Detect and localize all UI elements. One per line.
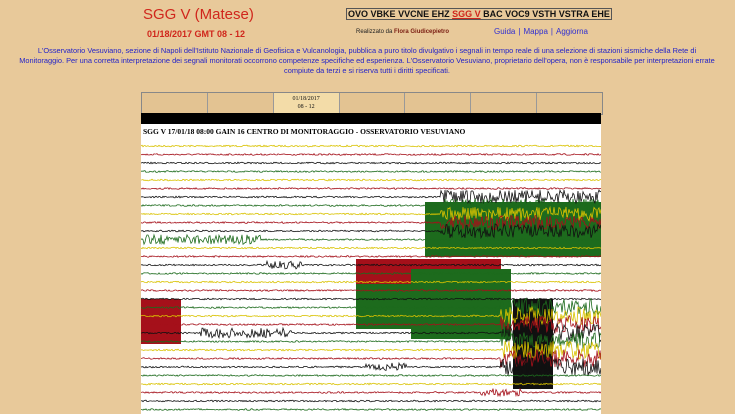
seismic-trace	[141, 170, 601, 173]
station-link-vbke[interactable]: VBKE	[371, 9, 396, 19]
link-separator: |	[518, 27, 521, 36]
nav-links: Guida | Mappa | Aggiorna	[494, 27, 588, 36]
station-link-vvcne[interactable]: VVCNE	[398, 9, 429, 19]
seismogram-traces	[141, 144, 601, 411]
time-slot[interactable]	[338, 93, 405, 114]
station-link-vsth[interactable]: VSTH	[532, 9, 556, 19]
seismic-trace	[141, 152, 601, 156]
saturated-signal-block	[411, 269, 511, 339]
seismic-trace	[141, 178, 601, 182]
seismogram-panel: SGG V 17/01/18 08:00 GAIN 16 CENTRO DI M…	[141, 124, 601, 414]
seismic-trace	[141, 387, 601, 398]
seismic-trace	[141, 399, 601, 403]
time-slot[interactable]	[142, 93, 207, 114]
time-slot[interactable]	[206, 93, 273, 114]
guide-link[interactable]: Guida	[494, 27, 515, 36]
station-link-ehz[interactable]: EHZ	[432, 9, 450, 19]
seismogram-top-bar	[141, 113, 601, 124]
time-selector-bar: 01/18/2017 08 - 12	[141, 92, 603, 115]
station-title: SGG V (Matese)	[143, 6, 254, 23]
update-link[interactable]: Aggiorna	[556, 27, 588, 36]
map-link[interactable]: Mappa	[523, 27, 547, 36]
seismic-trace	[141, 144, 601, 148]
date-range-subtitle: 01/18/2017 GMT 08 - 12	[147, 29, 246, 39]
time-slot[interactable]	[404, 93, 470, 114]
credit-author: Flora Giudicepietro	[394, 29, 450, 35]
seismogram-header: SGG V 17/01/18 08:00 GAIN 16 CENTRO DI M…	[143, 127, 466, 136]
station-link-sgg-v[interactable]: SGG V	[452, 9, 481, 19]
station-link-voc9[interactable]: VOC9	[505, 9, 530, 19]
seismic-trace	[141, 189, 601, 205]
link-separator: |	[550, 27, 553, 36]
credit-prefix: Realizzato da	[356, 29, 393, 35]
saturated-signal-block	[141, 299, 181, 344]
credit-line: Realizzato da Flora Giudicepietro	[356, 29, 449, 35]
station-link-bac[interactable]: BAC	[483, 9, 503, 19]
disclaimer-text: L'Osservatorio Vesuviano, sezione di Nap…	[19, 46, 715, 75]
time-slot-range: 08 - 12	[297, 104, 315, 110]
station-link-ovo[interactable]: OVO	[348, 9, 368, 19]
time-slot[interactable]	[470, 93, 536, 114]
time-slot[interactable]	[536, 93, 602, 114]
seismic-trace	[141, 161, 601, 165]
station-link-ehe[interactable]: EHE	[591, 9, 610, 19]
station-link-vstra[interactable]: VSTRA	[559, 9, 589, 19]
time-slot-date: 01/18/2017	[292, 96, 320, 102]
seismic-trace	[141, 408, 601, 411]
time-slot-active[interactable]: 01/18/2017 08 - 12	[272, 93, 339, 114]
seismic-trace	[141, 186, 601, 190]
station-selector: OVO VBKE VVCNE EHZ SGG V BAC VOC9 VSTH V…	[346, 8, 612, 20]
